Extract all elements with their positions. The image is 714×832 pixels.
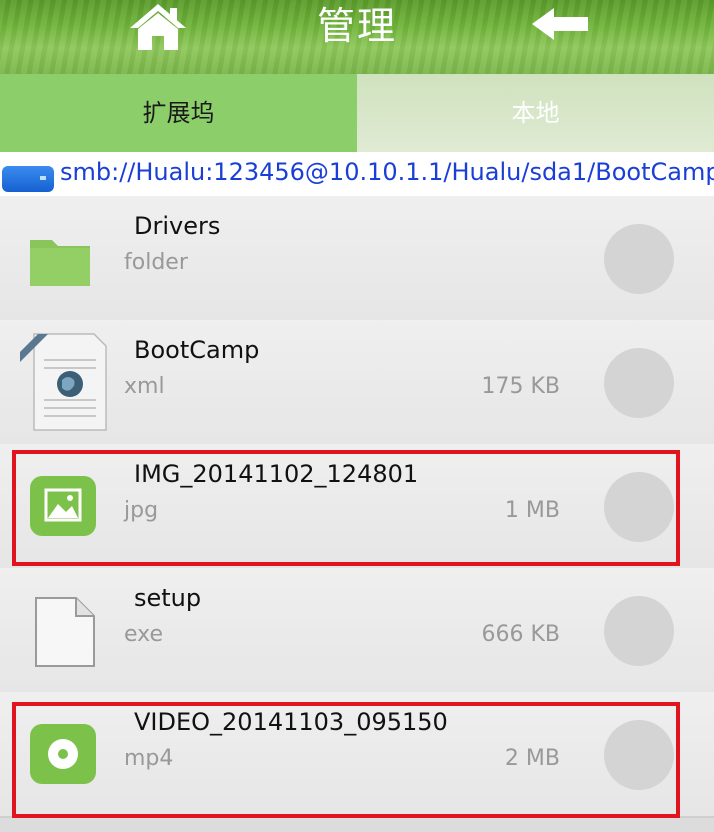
file-size: 175 KB <box>481 374 560 399</box>
arrow-left-icon[interactable] <box>530 6 590 42</box>
page-title: 管理 <box>316 4 397 48</box>
file-name: setup <box>134 584 202 612</box>
select-radio[interactable] <box>604 224 674 294</box>
file-row-setup[interactable]: setup exe 666 KB <box>0 568 714 694</box>
path-bar: smb://Hualu:123456@10.10.1.1/Hualu/sda1/… <box>0 152 714 196</box>
file-type: folder <box>124 250 188 275</box>
path-text: smb://Hualu:123456@10.10.1.1/Hualu/sda1/… <box>60 158 714 186</box>
file-type: exe <box>124 622 164 647</box>
tab-bar: 扩展坞 本地 <box>0 74 714 152</box>
blank-file-icon <box>35 597 95 667</box>
tab-dock[interactable]: 扩展坞 <box>0 74 357 152</box>
highlight-box-img <box>12 450 680 566</box>
highlight-box-video <box>12 702 680 818</box>
header-bar: 管理 <box>0 0 714 74</box>
select-radio[interactable] <box>604 596 674 666</box>
usb-drive-icon <box>2 166 54 192</box>
file-row-bootcamp[interactable]: BootCamp xml 175 KB <box>0 320 714 446</box>
file-name: BootCamp <box>134 336 260 364</box>
file-name: Drivers <box>134 212 221 240</box>
tab-local[interactable]: 本地 <box>357 74 714 152</box>
file-row-drivers[interactable]: Drivers folder <box>0 196 714 322</box>
file-size: 666 KB <box>481 622 560 647</box>
file-type: xml <box>124 374 165 399</box>
folder-icon <box>30 240 90 286</box>
select-radio[interactable] <box>604 348 674 418</box>
xml-file-icon <box>20 333 107 431</box>
